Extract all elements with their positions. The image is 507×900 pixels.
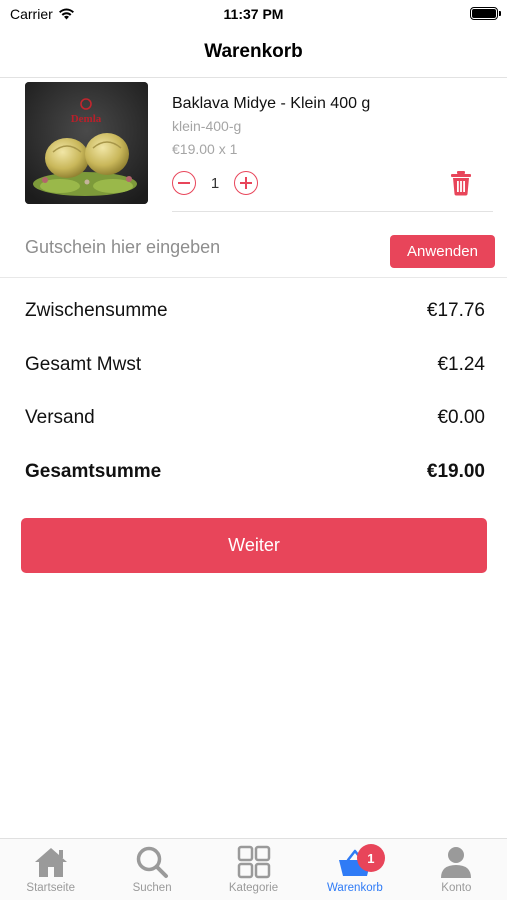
coupon-input[interactable]	[25, 234, 365, 260]
cart-item: Demla Baklava Midye - Klein 400 g klein-…	[0, 80, 507, 212]
status-time: 11:37 PM	[223, 6, 284, 22]
total-label: Gesamtsumme	[25, 461, 162, 482]
apply-coupon-button[interactable]: Anwenden	[390, 235, 495, 268]
status-bar: Carrier 11:37 PM	[0, 0, 507, 28]
brand-logo-text: Demla	[71, 113, 102, 125]
increase-quantity-button[interactable]	[234, 171, 258, 195]
tab-suchen[interactable]: Suchen	[101, 839, 202, 900]
tab-kategorie[interactable]: Kategorie	[203, 839, 304, 900]
total-value: €19.00	[426, 461, 485, 482]
tab-bar: Startseite Suchen Kategorie 1 Warenkorb …	[0, 838, 507, 900]
search-icon	[132, 844, 172, 880]
product-name: Baklava Midye - Klein 400 g	[172, 95, 371, 112]
trash-icon[interactable]	[449, 170, 473, 196]
tab-label: Kategorie	[228, 882, 279, 894]
tab-label: Warenkorb	[327, 882, 383, 894]
page-title: Warenkorb	[204, 41, 303, 62]
battery-icon	[470, 7, 501, 20]
grid-icon	[234, 844, 274, 880]
quantity-stepper: 1	[172, 171, 258, 195]
quantity-value: 1	[210, 174, 220, 192]
tax-value: €1.24	[437, 354, 485, 375]
tab-startseite[interactable]: Startseite	[0, 839, 101, 900]
tax-row: Gesamt Mwst €1.24	[25, 350, 485, 380]
product-variant: klein-400-g	[172, 118, 242, 134]
navigation-bar: Warenkorb	[0, 28, 507, 78]
shipping-value: €0.00	[437, 407, 485, 428]
cart-badge: 1	[356, 844, 385, 872]
product-image[interactable]: Demla	[25, 82, 148, 204]
item-divider	[172, 211, 493, 212]
tax-label: Gesamt Mwst	[25, 354, 142, 375]
tab-label: Suchen	[132, 882, 172, 894]
total-row: Gesamtsumme €19.00	[25, 457, 485, 487]
subtotal-value: €17.76	[426, 300, 485, 321]
tab-warenkorb[interactable]: 1 Warenkorb	[304, 839, 405, 900]
basket-icon: 1	[335, 844, 385, 880]
shipping-row: Versand €0.00	[25, 403, 485, 433]
tab-label: Startseite	[26, 882, 75, 894]
shipping-label: Versand	[25, 407, 95, 428]
user-icon	[436, 844, 476, 880]
continue-button[interactable]: Weiter	[21, 518, 487, 573]
tab-label: Konto	[441, 882, 472, 894]
home-icon	[31, 844, 71, 880]
subtotal-row: Zwischensumme €17.76	[25, 296, 485, 326]
coupon-row: Anwenden	[0, 222, 507, 278]
decrease-quantity-button[interactable]	[172, 171, 196, 195]
product-price: €19.00 x 1	[172, 141, 238, 157]
tab-konto[interactable]: Konto	[406, 839, 507, 900]
subtotal-label: Zwischensumme	[25, 300, 168, 321]
baklava-photo: Demla	[25, 82, 148, 204]
